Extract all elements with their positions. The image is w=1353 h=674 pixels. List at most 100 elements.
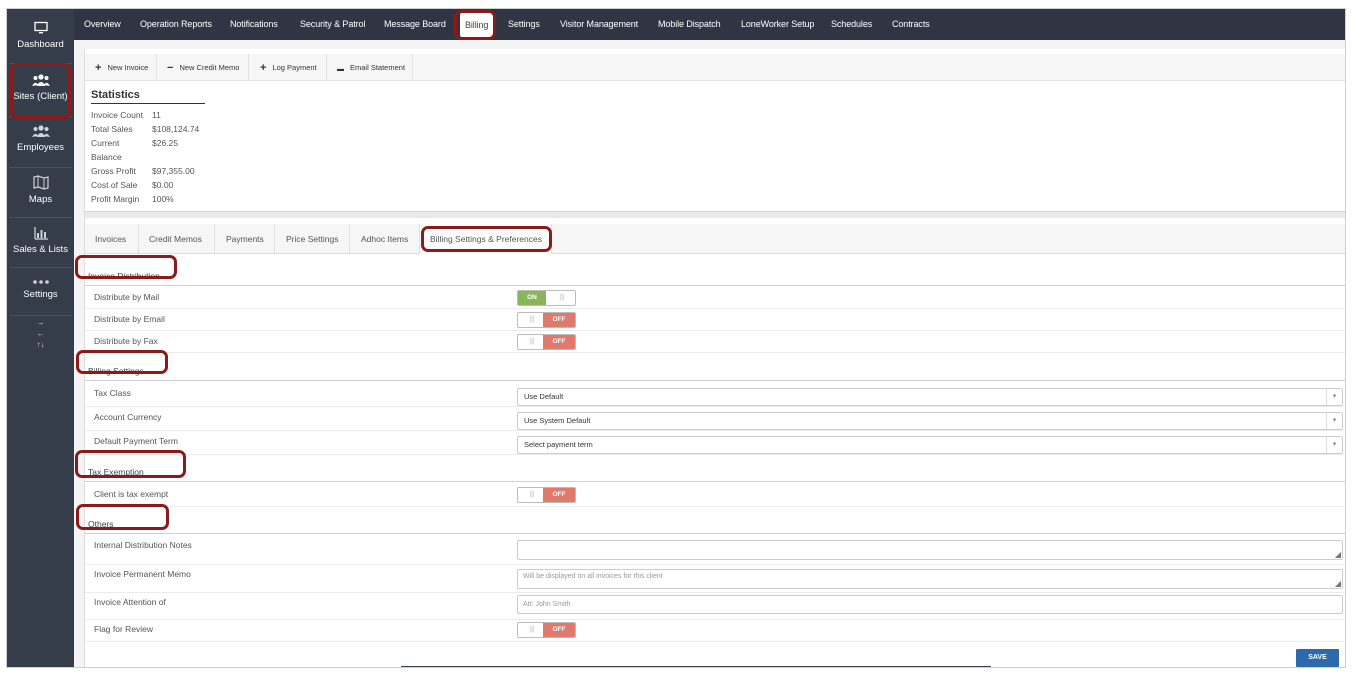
distribute-email-toggle[interactable]: ||| OFF [517,312,576,328]
group-icon [31,125,50,137]
tab-loneworker-setup[interactable]: LoneWorker Setup [741,9,814,40]
plus-icon: + [260,62,267,74]
sidebar-divider [9,217,72,218]
subtab-price-settings[interactable]: Price Settings [275,224,350,254]
button-label: New Invoice [107,63,149,72]
account-currency-row: Account Currency Use System Default ▾ [85,407,1345,431]
tab-contracts[interactable]: Contracts [892,9,930,40]
resize-handle-icon[interactable]: ◢ [1335,550,1341,559]
attention-of-input[interactable]: Att: John Smith [517,595,1343,614]
distribute-email-row: Distribute by Email ||| OFF [85,309,1345,331]
field-label: Invoice Permanent Memo [94,569,191,579]
stat-value: $0.00 [152,180,174,190]
sidebar-item-label: Settings [23,289,58,300]
field-label: Tax Class [94,388,131,398]
tab-message-board[interactable]: Message Board [384,9,446,40]
toggle-off: OFF [543,313,575,327]
subtab-invoices[interactable]: Invoices [85,224,139,254]
textarea-placeholder: Will be displayed on all invoices for th… [523,573,663,580]
distribute-fax-toggle[interactable]: ||| OFF [517,334,576,350]
stat-value: $97,355.00 [152,166,195,176]
select-value: Select payment term [524,440,593,449]
sidebar-item-dashboard[interactable]: Dashboard [7,21,74,50]
group-icon [31,74,50,86]
field-label: Default Payment Term [94,436,178,446]
distribute-mail-toggle[interactable]: ON ||| [517,290,576,306]
arrow-right-icon: → [36,318,45,327]
payment-term-select[interactable]: Select payment term ▾ [517,436,1343,454]
stat-value: $108,124.74 [152,124,200,134]
stat-label: Gross Profit [91,166,136,176]
tab-overview[interactable]: Overview [84,9,121,40]
sidebar-item-sites[interactable]: Sites (Client) [7,73,74,102]
stat-label: Profit Margin [91,194,140,204]
tax-class-select[interactable]: Use Default ▾ [517,388,1343,406]
arrow-left-icon: ← [36,329,45,338]
sidebar-item-label: Sites (Client) [13,91,68,102]
sidebar-item-maps[interactable]: Maps [7,175,74,205]
arrows-updown-icon: ↑↓ [36,340,45,349]
toggle-off: OFF [543,623,575,637]
tab-schedules[interactable]: Schedules [831,9,872,40]
field-label: Distribute by Email [94,314,165,324]
dots-icon [32,280,49,284]
billing-subtabs: Invoices Credit Memos Payments Price Set… [85,224,1345,254]
chevron-down-icon: ▾ [1326,413,1342,429]
toggle-off: OFF [543,488,575,502]
account-currency-select[interactable]: Use System Default ▾ [517,412,1343,430]
sidebar-arrows[interactable]: → ← ↑↓ [7,317,74,350]
tab-settings[interactable]: Settings [508,9,540,40]
tab-mobile-dispatch[interactable]: Mobile Dispatch [658,9,721,40]
tab-security-patrol[interactable]: Security & Patrol [300,9,365,40]
stat-label: Cost of Sale [91,180,138,190]
sidebar-item-employees[interactable]: Employees [7,124,74,153]
toggle-grip: ||| [529,316,535,323]
stat-label: Balance [91,152,122,162]
stat-row: Gross Profit $97,355.00 [91,164,205,178]
sidebar-item-settings[interactable]: Settings [7,279,74,300]
sidebar-item-label: Dashboard [17,39,64,50]
log-payment-button[interactable]: + Log Payment [249,54,327,81]
tab-billing[interactable]: Billing [460,13,494,37]
stat-row: Profit Margin 100% [91,192,205,206]
subtab-billing-settings[interactable]: Billing Settings & Preferences [420,224,552,254]
tax-exempt-toggle[interactable]: ||| OFF [517,487,576,503]
new-invoice-button[interactable]: + New Invoice [85,54,157,81]
field-label: Account Currency [94,412,162,422]
section-invoice-distribution: Invoice Distribution [85,271,1345,286]
section-others: Others [85,519,1345,534]
distribute-mail-row: Distribute by Mail ON ||| [85,287,1345,309]
tab-operation-reports[interactable]: Operation Reports [140,9,212,40]
distribute-fax-row: Distribute by Fax ||| OFF [85,331,1345,353]
email-statement-button[interactable]: ▬ Email Statement [327,54,413,81]
stat-row: Invoice Count 11 [91,108,205,122]
minus-icon: − [167,62,174,74]
permanent-memo-row: Invoice Permanent Memo Will be displayed… [85,565,1345,593]
chevron-down-icon: ▾ [1326,389,1342,405]
statistics-panel: Statistics Invoice Count 11 Total Sales $1… [91,89,205,206]
save-button[interactable]: SAVE [1296,649,1339,667]
tab-notifications[interactable]: Notifications [230,9,278,40]
subtab-payments[interactable]: Payments [215,224,275,254]
monitor-icon [33,21,48,34]
toggle-grip: ||| [529,491,535,498]
select-value: Use System Default [524,416,591,425]
resize-handle-icon[interactable]: ◢ [1335,579,1341,588]
subtab-adhoc-items[interactable]: Adhoc Items [350,224,420,254]
app-frame: Dashboard Sites (Client) Employees Maps … [6,8,1346,668]
new-credit-memo-button[interactable]: − New Credit Memo [157,54,249,81]
sidebar: Dashboard Sites (Client) Employees Maps … [7,9,74,667]
sidebar-item-sales-lists[interactable]: Sales & Lists [7,227,74,255]
tab-visitor-management[interactable]: Visitor Management [560,9,638,40]
sidebar-divider [9,116,72,117]
distribution-notes-textarea[interactable]: ◢ [517,540,1343,560]
top-navigation: Overview Operation Reports Notifications… [74,9,1345,40]
sidebar-divider [9,167,72,168]
button-label: Email Statement [350,63,406,72]
button-label: New Credit Memo [179,63,240,72]
stat-label: Current [91,138,120,148]
permanent-memo-textarea[interactable]: Will be displayed on all invoices for th… [517,569,1343,589]
flag-review-toggle[interactable]: ||| OFF [517,622,576,638]
sidebar-item-label: Sales & Lists [13,244,68,255]
subtab-credit-memos[interactable]: Credit Memos [139,224,215,254]
